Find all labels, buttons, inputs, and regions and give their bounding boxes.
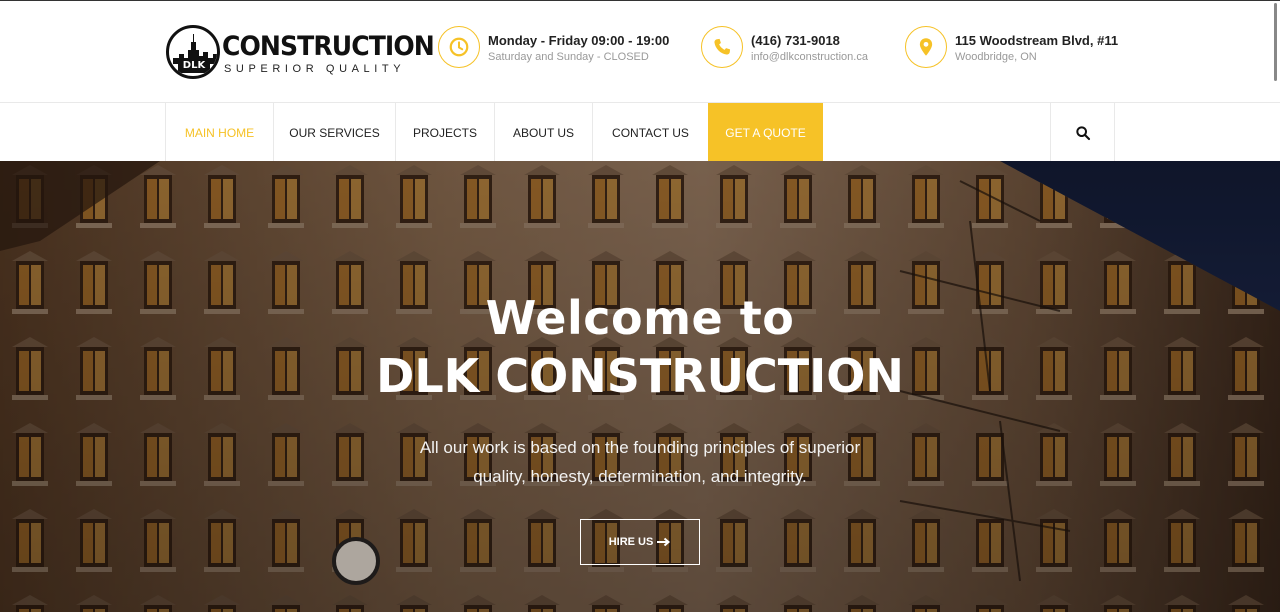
phone-icon bbox=[701, 26, 743, 68]
hours-title: Monday - Friday 09:00 - 19:00 bbox=[488, 33, 670, 48]
phone-number[interactable]: (416) 731-9018 bbox=[751, 33, 840, 48]
address-line1: 115 Woodstream Blvd, #11 bbox=[955, 33, 1119, 48]
nav-about-us[interactable]: ABOUT US bbox=[494, 103, 592, 162]
hero-text-line2: quality, honesty, determination, and int… bbox=[473, 467, 807, 486]
nav-our-services[interactable]: OUR SERVICES bbox=[273, 103, 395, 162]
logo-mark: DLK bbox=[166, 25, 220, 79]
logo[interactable]: DLK CONSTRUCTION SUPERIOR QUALITY bbox=[166, 25, 435, 81]
logo-wordmark: CONSTRUCTION bbox=[222, 31, 435, 62]
search-button[interactable] bbox=[1050, 103, 1115, 162]
hero-section: Welcome to DLK CONSTRUCTION All our work… bbox=[0, 161, 1280, 612]
address-line2: Woodbridge, ON bbox=[955, 51, 1037, 63]
logo-tagline: SUPERIOR QUALITY bbox=[224, 63, 406, 75]
get-a-quote-button[interactable]: GET A QUOTE bbox=[708, 103, 823, 162]
clock-icon bbox=[438, 26, 480, 68]
hours-subtitle: Saturday and Sunday - CLOSED bbox=[488, 51, 649, 63]
hero-heading-line1: Welcome to bbox=[485, 291, 795, 345]
search-icon bbox=[1075, 125, 1090, 140]
location-pin-icon bbox=[905, 26, 947, 68]
main-nav: MAIN HOME OUR SERVICES PROJECTS ABOUT US… bbox=[0, 102, 1280, 162]
email-address[interactable]: info@dlkconstruction.ca bbox=[751, 51, 868, 63]
hire-us-label: HIRE US bbox=[608, 536, 654, 548]
scrollbar[interactable] bbox=[1274, 3, 1277, 81]
top-header: DLK CONSTRUCTION SUPERIOR QUALITY Monday… bbox=[0, 0, 1280, 102]
arrow-right-icon bbox=[657, 537, 671, 547]
hire-us-button[interactable]: HIRE US bbox=[580, 519, 700, 565]
nav-projects[interactable]: PROJECTS bbox=[395, 103, 494, 162]
logo-dlk-text: DLK bbox=[178, 58, 210, 73]
hero-text-line1: All our work is based on the founding pr… bbox=[419, 438, 861, 457]
hero-heading-line2: DLK CONSTRUCTION bbox=[376, 349, 904, 403]
nav-contact-us[interactable]: CONTACT US bbox=[592, 103, 708, 162]
nav-main-home[interactable]: MAIN HOME bbox=[165, 103, 273, 162]
